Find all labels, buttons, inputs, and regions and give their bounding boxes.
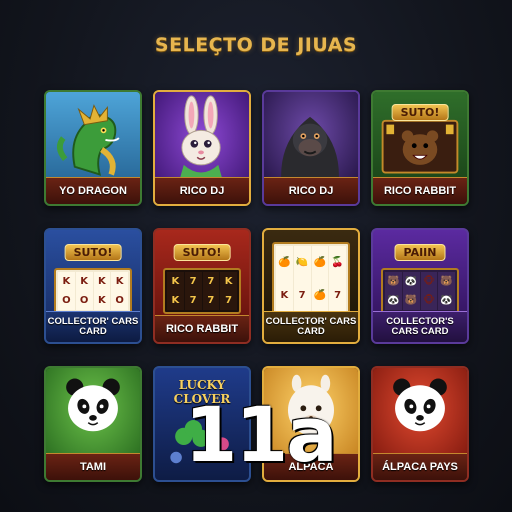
game-title: COLLECTOR' CARS CARD [46, 311, 140, 342]
game-tile-rico-dj-rabbit[interactable]: RICO DJ [153, 90, 251, 206]
game-title: ÁLPACA PAYS [373, 453, 467, 480]
game-grid: YO DRAGON RICO DJ RICO DJ SUTO! RICO RAB… [44, 90, 469, 482]
game-tile-collectors-cars-card[interactable]: PAIIN 🐻 🐼 🐼 🐻 🐵 🐵 🐻 🐼 COLLECTOR'S CARS CARD [371, 228, 469, 344]
slot-reels: KK 77 77 K7 [163, 268, 241, 314]
slot-reels: 🐻 🐼 🐼 🐻 🐵 🐵 🐻 🐼 [381, 268, 459, 314]
game-tile-alpaca-pays[interactable]: ÁLPACA PAYS [371, 366, 469, 482]
game-title: RICO RABBIT [155, 315, 249, 342]
game-tile-collector-cars-card-1[interactable]: SUTO! KO KO KK KO COLLECTOR' CARS CARD [44, 228, 142, 344]
game-title: YO DRAGON [46, 177, 140, 204]
game-title: ALPACA [264, 453, 358, 480]
game-title: RICO RABBIT [373, 177, 467, 204]
slot-reels: KO KO KK KO [54, 268, 132, 314]
game-title: RICO DJ [155, 177, 249, 204]
slot-sign: SUTO! [173, 244, 231, 261]
game-tile-collector-cars-card-2[interactable]: 🍊 K 🍋 7 🍊 🍊 🍒 7 COLLECTOR' CARS CARD [262, 228, 360, 344]
page-title: SELEÇTO DE JIUAS [154, 34, 358, 56]
game-tile-yo-dragon[interactable]: YO DRAGON [44, 90, 142, 206]
game-tile-tami[interactable]: TAMI [44, 366, 142, 482]
lucky-clover-slot-icon [170, 420, 229, 464]
game-title: COLLECTOR' CARS CARD [264, 311, 358, 342]
slot-sign: PAIIN [394, 244, 446, 261]
game-tile-rico-dj-gorilla[interactable]: RICO DJ [262, 90, 360, 206]
slot-sign: SUTO! [64, 244, 122, 261]
slot-sign: SUTO! [391, 104, 449, 121]
game-tile-rico-rabbit-bear[interactable]: SUTO! RICO RABBIT [371, 90, 469, 206]
slot-reels: 🍊 K 🍋 7 🍊 🍊 🍒 7 [272, 242, 350, 316]
game-title: TAMI [46, 453, 140, 480]
game-tile-rico-rabbit-slot[interactable]: SUTO! KK 77 77 K7 RICO RABBIT [153, 228, 251, 344]
game-tile-alpaca[interactable]: ALPACA [262, 366, 360, 482]
game-title: COLLECTOR'S CARS CARD [373, 311, 467, 342]
game-title: RICO DJ [264, 177, 358, 204]
game-tile-lucky-clover[interactable]: LUCKY CLOVER [153, 366, 251, 482]
